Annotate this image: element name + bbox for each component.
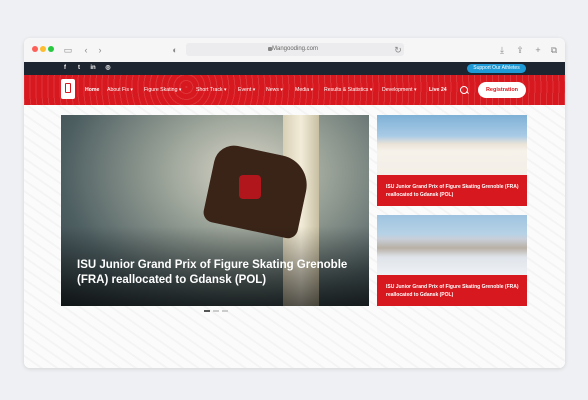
news-card-title[interactable]: ISU Junior Grand Prix of Figure Skating … bbox=[386, 183, 521, 199]
nav-item-short-track[interactable]: Short Track ▾ bbox=[196, 75, 227, 105]
back-icon[interactable]: ‹ bbox=[80, 44, 92, 56]
nav-item-event[interactable]: Event ▾ bbox=[238, 75, 255, 105]
news-card[interactable]: ISU Junior Grand Prix of Figure Skating … bbox=[377, 115, 527, 206]
news-card-image bbox=[377, 215, 527, 275]
zoom-window-button[interactable] bbox=[48, 46, 54, 52]
hero-slide[interactable]: ISU Junior Grand Prix of Figure Skating … bbox=[61, 115, 369, 306]
news-card-title[interactable]: ISU Junior Grand Prix of Figure Skating … bbox=[386, 283, 521, 299]
nav-item-results[interactable]: Results & Statistics ▾ bbox=[324, 75, 372, 105]
address-bar[interactable]: Mangooding.com bbox=[186, 43, 404, 56]
share-icon[interactable]: ⇪ bbox=[514, 44, 526, 56]
close-window-button[interactable] bbox=[32, 46, 38, 52]
site-logo[interactable] bbox=[61, 79, 75, 99]
reload-icon[interactable]: ↻ bbox=[392, 44, 404, 56]
carousel-dots bbox=[204, 310, 234, 312]
twitter-icon[interactable]: t bbox=[75, 64, 83, 73]
carousel-dot[interactable] bbox=[213, 310, 219, 312]
new-tab-icon[interactable]: + bbox=[532, 44, 544, 56]
browser-window: ▭ ‹ › ◐ Mangooding.com ↻ ⤓ ⇪ + ⧉ f t in … bbox=[24, 38, 565, 368]
top-bar: f t in ◎ Support Our Athletes bbox=[24, 62, 565, 75]
news-card-image bbox=[377, 115, 527, 175]
main-content: ISU Junior Grand Prix of Figure Skating … bbox=[24, 105, 565, 368]
instagram-icon[interactable]: ◎ bbox=[104, 64, 112, 73]
hero-title[interactable]: ISU Junior Grand Prix of Figure Skating … bbox=[77, 258, 352, 288]
news-card[interactable]: ISU Junior Grand Prix of Figure Skating … bbox=[377, 215, 527, 306]
browser-toolbar: ▭ ‹ › ◐ Mangooding.com ↻ ⤓ ⇪ + ⧉ bbox=[24, 38, 565, 63]
nav-item-about[interactable]: About Fis ▾ bbox=[107, 75, 133, 105]
shield-icon[interactable]: ◐ bbox=[169, 44, 181, 56]
nav-item-live[interactable]: Live 24 bbox=[429, 75, 447, 105]
url-text: Mangooding.com bbox=[271, 46, 319, 52]
facebook-icon[interactable]: f bbox=[61, 64, 69, 73]
nav-item-development[interactable]: Development ▾ bbox=[382, 75, 417, 105]
download-icon[interactable]: ⤓ bbox=[496, 44, 508, 56]
news-card-caption: ISU Junior Grand Prix of Figure Skating … bbox=[377, 275, 527, 306]
news-card-caption: ISU Junior Grand Prix of Figure Skating … bbox=[377, 175, 527, 206]
registration-button[interactable]: Registration bbox=[478, 82, 526, 98]
nav-item-home[interactable]: Home bbox=[85, 75, 99, 105]
hero-image-skate-detail bbox=[239, 175, 261, 199]
minimize-window-button[interactable] bbox=[40, 46, 46, 52]
sidebar-icon[interactable]: ▭ bbox=[62, 44, 74, 56]
support-athletes-button[interactable]: Support Our Athletes bbox=[467, 64, 526, 73]
carousel-dot[interactable] bbox=[222, 310, 228, 312]
carousel-dot-active[interactable] bbox=[204, 310, 210, 312]
forward-icon[interactable]: › bbox=[94, 44, 106, 56]
tabs-overview-icon[interactable]: ⧉ bbox=[548, 44, 560, 56]
nav-item-news[interactable]: News ▾ bbox=[266, 75, 283, 105]
nav-item-media[interactable]: Media ▾ bbox=[295, 75, 313, 105]
nav-item-figure-skating[interactable]: Figure Skating ▾ bbox=[144, 75, 182, 105]
linkedin-icon[interactable]: in bbox=[89, 64, 97, 73]
search-icon[interactable] bbox=[460, 86, 468, 94]
main-nav: Home About Fis ▾ Figure Skating ▾ Short … bbox=[24, 75, 565, 105]
